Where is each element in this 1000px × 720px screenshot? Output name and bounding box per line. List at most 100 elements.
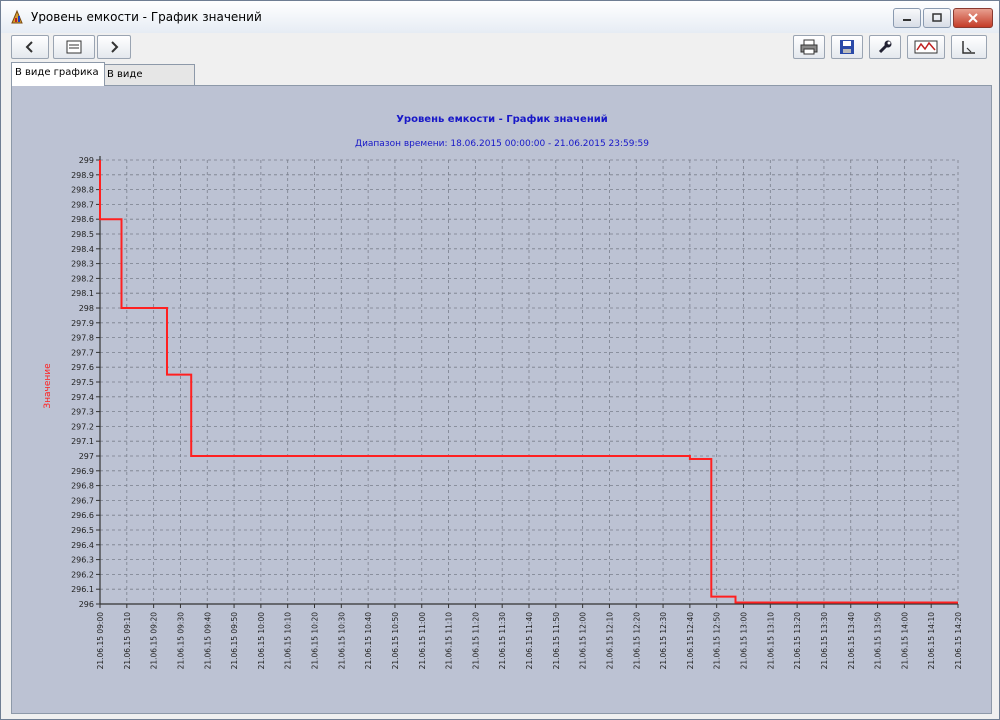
close-button[interactable] — [953, 8, 993, 28]
x-tick-label: 21.06.15 09:00 — [96, 612, 105, 670]
x-tick-label: 21.06.15 09:50 — [230, 612, 239, 670]
title-bar[interactable]: Уровень емкости - График значений — [1, 1, 999, 33]
x-tick-label: 21.06.15 12:50 — [713, 612, 722, 670]
x-tick-label: 21.06.15 13:50 — [874, 612, 883, 670]
y-tick-labels: 296 296.1 296.2 296.3 296.4 296.5 296.6 296.7 29… — [71, 156, 94, 609]
scale-icon — [962, 41, 975, 54]
chart-title: Уровень емкости - График значений — [396, 113, 608, 125]
x-tick-label: 21.06.15 11:20 — [471, 612, 480, 670]
x-tick-label: 21.06.15 12:20 — [632, 612, 641, 670]
y-tick-label: 298.3 — [71, 260, 94, 269]
maximize-icon — [932, 13, 942, 22]
x-tick-labels: 21.06.15 09:00 21.06.15 09:10 21.06.15 09:… — [96, 612, 963, 670]
x-tick-label: 21.06.15 10:10 — [284, 612, 293, 670]
back-button[interactable] — [11, 35, 49, 59]
minimize-button[interactable] — [893, 8, 921, 28]
x-tick-label: 21.06.15 11:30 — [498, 612, 507, 670]
x-tick-label: 21.06.15 11:50 — [552, 612, 561, 670]
y-tick-label: 296.4 — [71, 541, 94, 550]
print-preview-button[interactable] — [53, 35, 95, 59]
x-tick-label: 21.06.15 11:10 — [445, 612, 454, 670]
chart-panel: Уровень емкости - График значений Диапаз… — [11, 85, 992, 714]
x-tick-label: 21.06.15 12:10 — [605, 612, 614, 670]
y-tick-label: 296.2 — [71, 570, 94, 579]
y-tick-label: 298.2 — [71, 274, 94, 283]
y-tick-label: 296.7 — [71, 496, 94, 505]
scale-button[interactable] — [951, 35, 987, 59]
x-tick-label: 21.06.15 10:20 — [311, 612, 320, 670]
print-preview-icon — [66, 40, 82, 54]
x-tick-label: 21.06.15 13:10 — [766, 612, 775, 670]
export-button[interactable] — [907, 35, 945, 59]
y-tick-label: 297.2 — [71, 422, 94, 431]
x-tick-label: 21.06.15 14:20 — [954, 612, 963, 670]
x-tick-label: 21.06.15 13:40 — [847, 612, 856, 670]
y-tick-label: 299 — [79, 156, 94, 165]
tab-strip: В виде графика В виде таблицы — [1, 62, 999, 100]
grid-layer — [96, 156, 959, 608]
y-tick-label: 297.1 — [71, 437, 94, 446]
y-tick-label: 298.6 — [71, 215, 94, 224]
y-tick-label: 297 — [79, 452, 94, 461]
print-icon — [800, 39, 818, 55]
y-tick-label: 297.9 — [71, 319, 94, 328]
export-icon — [914, 40, 938, 54]
y-tick-label: 297.3 — [71, 408, 94, 417]
y-tick-label: 297.5 — [71, 378, 94, 387]
maximize-button[interactable] — [923, 8, 951, 28]
app-window: Уровень емкости - График значений В виде… — [0, 0, 1000, 720]
y-tick-label: 298.8 — [71, 186, 94, 195]
y-tick-label: 298.4 — [71, 245, 94, 254]
minimize-icon — [903, 19, 911, 21]
print-button[interactable] — [793, 35, 825, 59]
y-tick-label: 298 — [79, 304, 94, 313]
chart-app-icon — [9, 9, 25, 25]
y-tick-label: 297.6 — [71, 363, 94, 372]
tab-table[interactable]: В виде таблицы — [103, 64, 195, 100]
tab-graph[interactable]: В виде графика — [11, 62, 105, 86]
x-tick-label: 21.06.15 10:30 — [337, 612, 346, 670]
y-tick-label: 296 — [79, 600, 94, 609]
x-tick-label: 21.06.15 12:00 — [579, 612, 588, 670]
y-tick-label: 298.9 — [71, 171, 94, 180]
chart-subtitle: Диапазон времени: 18.06.2015 00:00:00 - … — [355, 139, 649, 149]
y-tick-label: 296.5 — [71, 526, 94, 535]
x-tick-label: 21.06.15 14:00 — [900, 612, 909, 670]
close-icon — [968, 13, 978, 23]
settings-wrench-icon — [878, 40, 892, 54]
y-tick-label: 297.8 — [71, 334, 94, 343]
forward-button[interactable] — [97, 35, 131, 59]
x-tick-label: 21.06.15 09:20 — [150, 612, 159, 670]
y-tick-label: 297.7 — [71, 348, 94, 357]
x-tick-label: 21.06.15 10:50 — [391, 612, 400, 670]
toolbar — [1, 33, 999, 61]
forward-icon — [111, 41, 119, 53]
x-tick-label: 21.06.15 11:40 — [525, 612, 534, 670]
y-tick-label: 296.9 — [71, 467, 94, 476]
back-icon — [25, 41, 33, 53]
x-tick-label: 21.06.15 14:10 — [927, 612, 936, 670]
x-tick-label: 21.06.15 12:30 — [659, 612, 668, 670]
x-tick-label: 21.06.15 12:40 — [686, 612, 695, 670]
save-icon — [840, 40, 854, 54]
chart-svg: Уровень емкости - График значений Диапаз… — [43, 113, 963, 670]
y-tick-label: 298.1 — [71, 289, 94, 298]
y-tick-label: 296.3 — [71, 556, 94, 565]
y-tick-label: 298.5 — [71, 230, 94, 239]
x-tick-label: 21.06.15 10:40 — [364, 612, 373, 670]
y-tick-label: 296.8 — [71, 482, 94, 491]
y-tick-label: 296.6 — [71, 511, 94, 520]
x-tick-label: 21.06.15 09:40 — [203, 612, 212, 670]
save-button[interactable] — [831, 35, 863, 59]
settings-button[interactable] — [869, 35, 901, 59]
x-tick-label: 21.06.15 09:10 — [123, 612, 132, 670]
x-tick-label: 21.06.15 11:00 — [418, 612, 427, 670]
y-tick-label: 296.1 — [71, 585, 94, 594]
x-tick-label: 21.06.15 13:30 — [820, 612, 829, 670]
x-tick-label: 21.06.15 13:20 — [793, 612, 802, 670]
y-tick-label: 297.4 — [71, 393, 94, 402]
x-tick-label: 21.06.15 10:00 — [257, 612, 266, 670]
y-axis-label: Значение — [43, 363, 53, 409]
window-title: Уровень емкости - График значений — [31, 10, 262, 24]
x-tick-label: 21.06.15 13:00 — [740, 612, 749, 670]
